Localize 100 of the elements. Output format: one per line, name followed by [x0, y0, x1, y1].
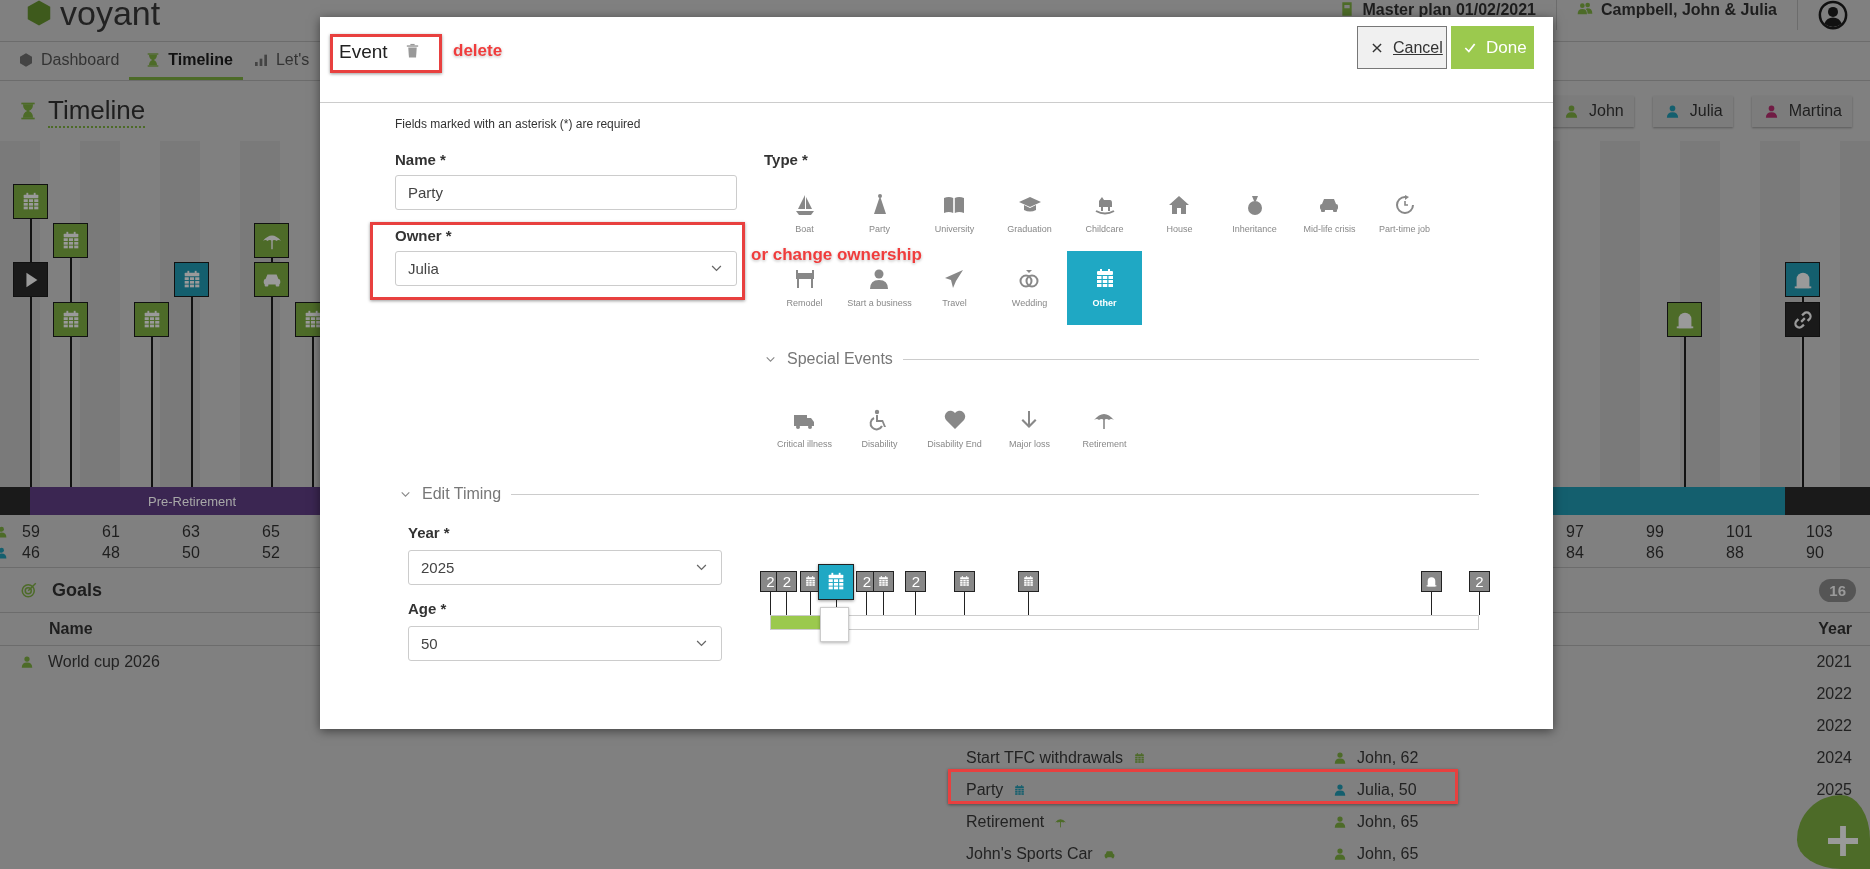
age-label: 84: [1566, 543, 1585, 562]
field-label: Owner *: [395, 227, 453, 244]
plan-name[interactable]: Master plan 01/02/2021: [1362, 1, 1536, 17]
count-badge: 16: [1819, 578, 1856, 602]
timing-marker[interactable]: [1018, 571, 1040, 592]
timing-marker[interactable]: [873, 571, 895, 592]
special-event-option[interactable]: Disability End: [927, 408, 982, 450]
timing-marker[interactable]: [954, 571, 976, 592]
section-title: Goals: [52, 579, 103, 601]
dialog-title: Event: [339, 41, 388, 63]
link-icon: [1791, 308, 1814, 331]
type-option[interactable]: Wedding: [1011, 267, 1048, 309]
calendar-icon: [803, 575, 817, 588]
timeline-track[interactable]: [770, 615, 1479, 630]
nav-tab[interactable]: Dashboard: [18, 42, 130, 80]
special-event-option[interactable]: Critical illness: [777, 408, 832, 450]
age-label: 48: [102, 543, 121, 562]
special-event-option[interactable]: Major loss: [1009, 408, 1050, 450]
event-marker[interactable]: [254, 262, 289, 297]
event-name: Party: [966, 781, 1004, 799]
person-chip[interactable]: Julia: [1652, 95, 1733, 127]
people-icon: [1576, 1, 1593, 17]
timing-marker[interactable]: 2: [776, 571, 798, 592]
owner-age: John, 62: [1357, 749, 1419, 767]
event-marker[interactable]: [13, 262, 48, 297]
target-icon: [20, 581, 38, 599]
age-label: 99: [1646, 522, 1665, 541]
event-marker[interactable]: [254, 223, 289, 258]
event-marker[interactable]: [1667, 302, 1702, 337]
special-event-option[interactable]: Retirement: [1082, 408, 1127, 450]
age-label: 97: [1566, 522, 1585, 541]
type-option[interactable]: Start a business: [847, 267, 912, 309]
type-option[interactable]: Inheritance: [1232, 193, 1277, 235]
type-option[interactable]: House: [1166, 193, 1193, 235]
avatar-icon[interactable]: [1818, 0, 1848, 30]
age-label: 61: [102, 522, 121, 541]
event-marker[interactable]: [53, 302, 88, 337]
age-label: 59: [22, 522, 41, 541]
section-title[interactable]: Special Events: [787, 350, 893, 368]
owner-age: Julia, 50: [1357, 781, 1417, 799]
column-header: Name: [49, 620, 93, 638]
event-marker[interactable]: [13, 184, 48, 219]
age-label: 86: [1646, 543, 1665, 562]
type-option[interactable]: Party: [867, 193, 892, 235]
close-icon: [1370, 40, 1384, 55]
age-label: 63: [182, 522, 201, 541]
event-marker[interactable]: [1785, 262, 1820, 297]
age-label: 50: [182, 543, 201, 562]
age-label: 90: [1806, 543, 1825, 562]
event-name: Retirement: [966, 813, 1045, 831]
type-option[interactable]: University: [934, 193, 975, 235]
age-dropdown[interactable]: 50: [408, 626, 722, 661]
owner-age: John, 65: [1357, 845, 1419, 863]
year-dropdown[interactable]: 2025: [408, 550, 722, 585]
event-year: 2024: [1816, 749, 1852, 767]
callout-label: or change ownership: [751, 246, 922, 263]
type-option[interactable]: Other: [1067, 251, 1142, 325]
phase-label: Pre-Retirement: [147, 493, 237, 509]
event-marker[interactable]: [1785, 302, 1820, 337]
client-name[interactable]: Campbell, John & Julia: [1600, 1, 1777, 17]
calendar-icon: [877, 575, 891, 588]
age-label: 88: [1726, 543, 1745, 562]
type-option[interactable]: Part-time job: [1379, 193, 1430, 235]
timing-marker[interactable]: [799, 571, 821, 592]
field-label: Age *: [408, 600, 448, 617]
type-option[interactable]: Childcare: [1085, 193, 1124, 235]
timing-marker[interactable]: [817, 564, 854, 600]
timing-marker[interactable]: [1420, 571, 1442, 592]
event-marker[interactable]: [53, 223, 88, 258]
special-event-option[interactable]: Disability: [861, 408, 898, 450]
nav-tab[interactable]: Let's: [242, 42, 320, 80]
type-option[interactable]: Graduation: [1007, 193, 1052, 235]
name-field[interactable]: Party: [395, 175, 737, 210]
type-option[interactable]: Boat: [792, 193, 817, 235]
slider-handle[interactable]: [819, 607, 849, 642]
callout-label: delete: [453, 42, 503, 59]
field-label: Type *: [764, 151, 809, 168]
column-header: Year: [1818, 620, 1852, 638]
person-chip[interactable]: John: [1552, 95, 1634, 127]
age-label: 52: [262, 543, 281, 562]
age-label: 65: [262, 522, 281, 541]
type-option[interactable]: Mid-life crisis: [1303, 193, 1356, 235]
type-option[interactable]: Remodel: [786, 267, 823, 309]
event-year: 2022: [1816, 717, 1852, 735]
timing-marker[interactable]: 2: [905, 571, 927, 592]
field-label: Name *: [395, 151, 447, 168]
event-marker[interactable]: [174, 262, 209, 297]
goal-name: World cup 2026: [48, 653, 160, 671]
timing-marker[interactable]: 2: [1469, 571, 1490, 592]
owner-dropdown[interactable]: Julia: [395, 251, 737, 286]
required-note: Fields marked with an asterisk (*) are required: [395, 117, 642, 131]
calendar-icon: [1133, 751, 1147, 765]
calendar-icon: [1022, 575, 1036, 588]
cancel-button[interactable]: Cancel: [1357, 26, 1447, 69]
event-marker[interactable]: [134, 302, 169, 337]
field-label: Year *: [408, 524, 451, 541]
person-chip[interactable]: Martina: [1751, 95, 1852, 127]
type-option[interactable]: Travel: [942, 267, 967, 309]
nav-tab[interactable]: Timeline: [129, 42, 243, 80]
section-title[interactable]: Edit Timing: [422, 485, 502, 503]
